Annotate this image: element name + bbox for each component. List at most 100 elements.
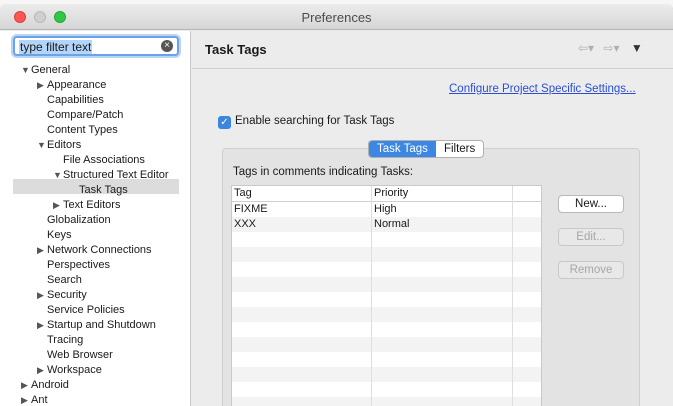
tree-item-label: Android (31, 379, 69, 391)
table-row (232, 307, 541, 322)
table-row (232, 232, 541, 247)
tree-item-capabilities[interactable]: Capabilities (47, 93, 104, 108)
column-header-priority[interactable]: Priority (374, 187, 408, 199)
expanded-triangle-icon[interactable]: ▼ (21, 63, 30, 78)
tree-item-file-associations[interactable]: File Associations (63, 153, 145, 168)
tree-item-label: Content Types (47, 124, 118, 136)
table-row (232, 247, 541, 262)
tree-item-security[interactable]: ▶ Security (37, 288, 87, 303)
tree-item-label: Service Policies (47, 304, 125, 316)
tree-item-editors[interactable]: ▼ Editors (37, 138, 82, 153)
task-tags-table[interactable]: FIXME High XXX Normal Tag Priority (231, 185, 542, 406)
tree-item-perspectives[interactable]: Perspectives (47, 258, 110, 273)
tree-item-structured-text-editor[interactable]: ▼ Structured Text Editor (53, 168, 169, 183)
tree-item-label: Web Browser (47, 349, 113, 361)
tree-item-workspace[interactable]: ▶ Workspace (37, 363, 102, 378)
expanded-triangle-icon[interactable]: ▼ (53, 168, 62, 183)
tree-item-appearance[interactable]: ▶ Appearance (37, 78, 107, 93)
page-title: Task Tags (205, 42, 267, 57)
column-header-tag[interactable]: Tag (234, 187, 252, 199)
clear-icon[interactable]: × (161, 40, 173, 52)
tree-item-label: Search (47, 274, 82, 286)
tree-item-label: Keys (47, 229, 72, 241)
preferences-sidebar: type filter text × ▼ General ▶ Appearance Ca… (0, 31, 191, 406)
tree-item-general[interactable]: ▼ General (21, 63, 71, 78)
collapsed-triangle-icon[interactable]: ▶ (21, 393, 28, 406)
window-title: Preferences (301, 10, 372, 25)
table-header: Tag Priority (232, 186, 541, 202)
tab-filters[interactable]: Filters (436, 141, 483, 157)
filter-input[interactable]: type filter text × (13, 36, 179, 56)
preference-page: Task Tags ⇦▾ ⇨▾ ▼ Configure Project Spec… (192, 31, 673, 406)
tree-item-compare-patch[interactable]: Compare/Patch (47, 108, 123, 123)
tree-item-startup-and-shutdown[interactable]: ▶ Startup and Shutdown (37, 318, 156, 333)
collapsed-triangle-icon[interactable]: ▶ (37, 363, 44, 378)
preferences-window: Preferences type filter text × ▼ General ▶… (0, 4, 673, 406)
tree-item-tracing[interactable]: Tracing (47, 333, 83, 348)
filter-text: type filter text (19, 40, 93, 54)
tab-bar: Task Tags Filters (368, 140, 485, 158)
tree-item-network-connections[interactable]: ▶ Network Connections (37, 243, 152, 258)
configure-project-settings-link[interactable]: Configure Project Specific Settings... (449, 83, 636, 95)
table-row (232, 277, 541, 292)
table-row[interactable]: FIXME High (232, 202, 541, 217)
table-row[interactable]: XXX Normal (232, 217, 541, 232)
tree-item-label: Security (47, 289, 87, 301)
table-row (232, 382, 541, 397)
tree-item-android[interactable]: ▶ Android (21, 378, 69, 393)
tree-item-label: Capabilities (47, 94, 104, 106)
table-row (232, 337, 541, 352)
tree-item-content-types[interactable]: Content Types (47, 123, 118, 138)
tree-item-web-browser[interactable]: Web Browser (47, 348, 113, 363)
collapsed-triangle-icon[interactable]: ▶ (37, 243, 44, 258)
table-row (232, 292, 541, 307)
table-row (232, 397, 541, 406)
tree-item-label: Perspectives (47, 259, 110, 271)
tree-item-label: Editors (47, 139, 82, 151)
tree-item-label: Task Tags (79, 184, 128, 196)
collapsed-triangle-icon[interactable]: ▶ (37, 288, 44, 303)
table-row (232, 262, 541, 277)
expanded-triangle-icon[interactable]: ▼ (37, 138, 46, 153)
tree-item-label: Text Editors (63, 199, 121, 211)
column-divider (371, 186, 372, 406)
collapsed-triangle-icon[interactable]: ▶ (37, 78, 44, 93)
column-divider (512, 186, 513, 406)
edit-button[interactable]: Edit... (558, 228, 624, 246)
tree-item-ant[interactable]: ▶ Ant (21, 393, 48, 406)
priority-cell: High (374, 203, 397, 215)
tree-item-task-tags[interactable]: Task Tags (79, 183, 128, 198)
tree-item-label: Ant (31, 394, 48, 406)
tree-item-label: Compare/Patch (47, 109, 124, 121)
priority-cell: Normal (374, 218, 410, 230)
tab-task-tags[interactable]: Task Tags (369, 141, 436, 157)
collapsed-triangle-icon[interactable]: ▶ (37, 318, 44, 333)
enable-task-tags-label: Enable searching for Task Tags (235, 115, 395, 127)
table-row (232, 322, 541, 337)
enable-task-tags-checkbox[interactable]: ✓ (218, 116, 231, 129)
tree-item-label: Globalization (47, 214, 111, 226)
remove-button[interactable]: Remove (558, 261, 624, 279)
tree-item-text-editors[interactable]: ▶ Text Editors (53, 198, 121, 213)
forward-arrow-icon[interactable]: ⇨▾ (603, 41, 619, 55)
tree-item-label: Appearance (47, 79, 107, 91)
new-button[interactable]: New... (558, 195, 624, 213)
collapsed-triangle-icon[interactable]: ▶ (21, 378, 28, 393)
tree-item-search[interactable]: Search (47, 273, 82, 288)
task-tags-group: Tags in comments indicating Tasks: FIXME… (222, 148, 640, 406)
back-arrow-icon[interactable]: ⇦▾ (578, 41, 594, 55)
tree-item-keys[interactable]: Keys (47, 228, 71, 243)
title-bar: Preferences (0, 4, 673, 30)
tree-item-label: Workspace (47, 364, 102, 376)
collapsed-triangle-icon[interactable]: ▶ (53, 198, 60, 213)
tree-item-label: Structured Text Editor (63, 169, 169, 181)
tree-item-label: Network Connections (47, 244, 152, 256)
view-menu-icon[interactable]: ▼ (631, 41, 643, 55)
navigation-buttons: ⇦▾ ⇨▾ ▼ (578, 41, 643, 55)
tree-item-service-policies[interactable]: Service Policies (47, 303, 125, 318)
tree-item-globalization[interactable]: Globalization (47, 213, 111, 228)
tag-cell: FIXME (234, 203, 268, 215)
table-row (232, 352, 541, 367)
tree-item-label: General (31, 64, 71, 76)
page-header: Task Tags ⇦▾ ⇨▾ ▼ (192, 31, 673, 69)
